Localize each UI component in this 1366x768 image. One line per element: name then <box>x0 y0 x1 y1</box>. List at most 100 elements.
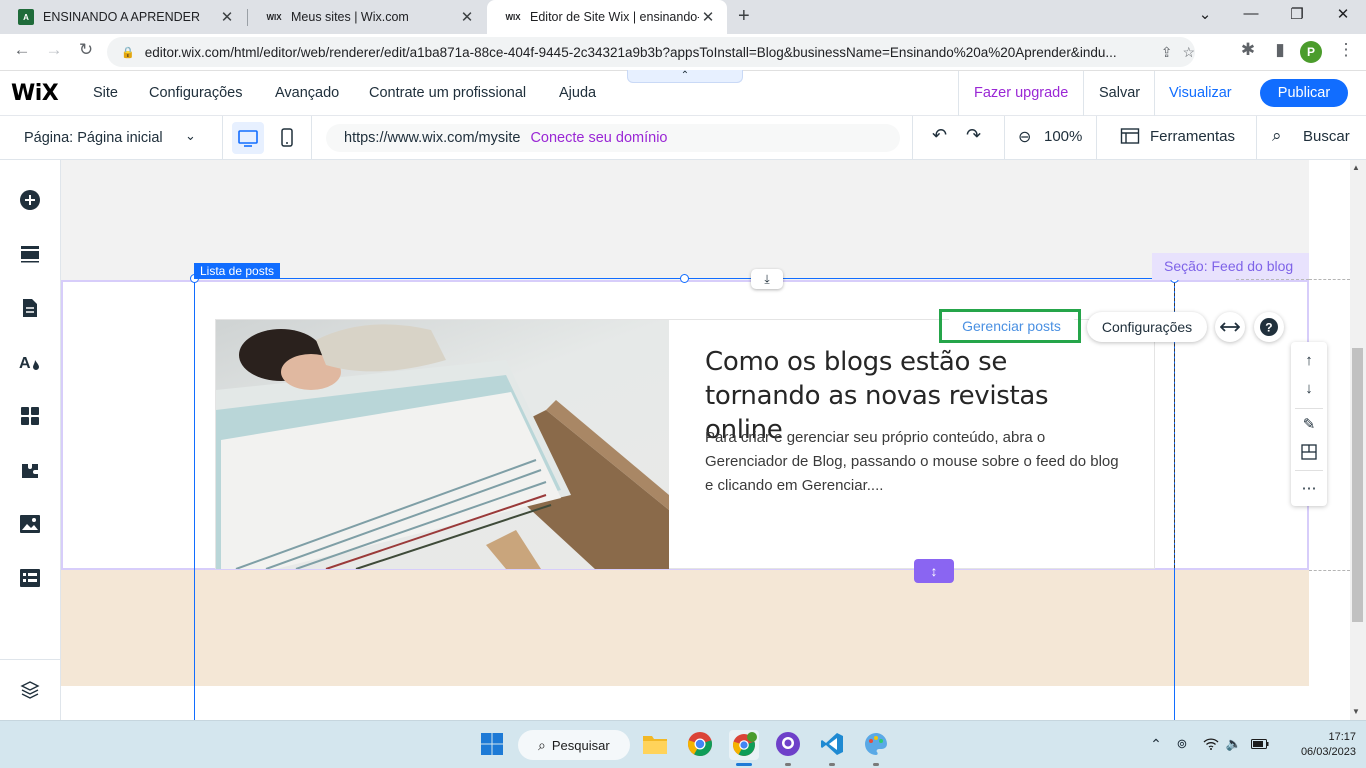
layers-icon[interactable] <box>18 678 42 702</box>
window-close-icon[interactable]: ✕ <box>1328 5 1358 23</box>
zoom-level[interactable]: 100% <box>1044 128 1082 145</box>
divider <box>912 116 913 160</box>
search-button[interactable]: Buscar <box>1303 128 1350 145</box>
selection-left-guide <box>194 278 195 720</box>
reload-icon[interactable]: ↻ <box>74 40 98 60</box>
download-anchor-icon[interactable]: ⤓ <box>751 269 783 289</box>
wifi-icon[interactable] <box>1200 730 1222 758</box>
address-bar[interactable]: 🔒 editor.wix.com/html/editor/web/rendere… <box>107 37 1195 67</box>
taskbar-search[interactable]: ⌕ Pesquisar <box>518 730 630 760</box>
divider <box>958 71 959 117</box>
menu-configuracoes[interactable]: Configurações <box>149 85 243 101</box>
settings-button[interactable]: Configurações <box>1087 312 1207 342</box>
running-app-indicator <box>785 763 791 766</box>
tools-button[interactable]: Ferramentas <box>1150 128 1235 145</box>
system-clock[interactable]: 17:17 06/03/2023 <box>1300 730 1356 760</box>
network-status-icon[interactable]: ⊚ <box>1172 730 1192 758</box>
editor-canvas[interactable]: Como os blogs estão se tornando as novas… <box>61 160 1309 720</box>
element-name-tag[interactable]: Lista de posts <box>194 263 281 279</box>
move-up-arrow-icon[interactable]: ↑ <box>1291 347 1327 373</box>
profile-avatar[interactable]: P <box>1300 41 1322 63</box>
search-icon[interactable]: ⌕ <box>1272 126 1282 146</box>
tools-icon[interactable] <box>1120 127 1140 149</box>
close-icon[interactable]: ✕ <box>218 8 236 26</box>
pages-icon[interactable] <box>18 296 42 320</box>
minimize-icon[interactable]: — <box>1236 5 1266 22</box>
tab-title: Meus sites | Wix.com <box>291 10 409 24</box>
chrome-icon[interactable] <box>686 730 714 758</box>
restore-icon[interactable]: ❐ <box>1282 5 1312 23</box>
side-panel-icon[interactable]: ▮ <box>1268 40 1292 60</box>
section-resize-handle-icon[interactable]: ↕ <box>914 559 954 583</box>
scrollbar-thumb[interactable] <box>1352 348 1363 622</box>
post-cover-image <box>216 320 669 569</box>
close-icon[interactable]: ✕ <box>458 8 476 26</box>
help-icon[interactable]: ? <box>1254 312 1284 342</box>
github-desktop-icon[interactable] <box>774 730 802 758</box>
new-tab-plus-icon[interactable]: + <box>738 5 750 28</box>
extensions-puzzle-icon[interactable]: ✱ <box>1236 40 1260 60</box>
scroll-up-icon[interactable]: ▲ <box>1352 163 1360 172</box>
menu-ajuda[interactable]: Ajuda <box>559 85 596 101</box>
connect-domain-link[interactable]: Conecte seu domínio <box>530 130 667 146</box>
chrome-profile-icon[interactable] <box>729 730 759 760</box>
resize-handle[interactable] <box>680 274 689 283</box>
edit-pencil-icon[interactable]: ✎ <box>1291 411 1327 437</box>
browser-tab-meus-sites[interactable]: WIX Meus sites | Wix.com ✕ <box>248 0 486 34</box>
windows-start-icon[interactable] <box>478 730 506 758</box>
bookmark-star-icon[interactable]: ☆ <box>1182 44 1195 61</box>
more-options-icon[interactable]: ⋯ <box>1291 475 1327 501</box>
add-section-icon[interactable] <box>18 242 42 266</box>
chevron-down-icon[interactable]: ⌄ <box>185 128 196 144</box>
battery-icon[interactable] <box>1250 730 1270 758</box>
media-icon[interactable] <box>18 512 42 536</box>
upgrade-link[interactable]: Fazer upgrade <box>974 85 1068 101</box>
volume-icon[interactable]: 🔈 <box>1224 730 1244 758</box>
wix-logo[interactable]: WiX <box>11 81 59 106</box>
redo-icon[interactable]: ↷ <box>966 125 981 146</box>
post-list-item[interactable]: Como os blogs estão se tornando as novas… <box>215 319 1155 569</box>
desktop-icon <box>238 130 258 147</box>
move-down-arrow-icon[interactable]: ↓ <box>1291 375 1327 401</box>
stretch-arrows-icon[interactable] <box>1215 312 1245 342</box>
menu-avancado[interactable]: Avançado <box>275 85 339 101</box>
undo-icon[interactable]: ↶ <box>932 125 947 146</box>
section-name-tag[interactable]: Seção: Feed do blog <box>1152 253 1309 280</box>
menu-site[interactable]: Site <box>93 85 118 101</box>
add-elements-icon[interactable] <box>18 188 42 212</box>
browser-tab-ensinando[interactable]: A ENSINANDO A APRENDER ✕ <box>0 0 246 34</box>
tab-search-chevron-icon[interactable]: ⌄ <box>1190 5 1220 23</box>
file-explorer-icon[interactable] <box>641 730 669 758</box>
apps-icon[interactable] <box>18 404 42 428</box>
save-button[interactable]: Salvar <box>1099 85 1140 101</box>
preview-button[interactable]: Visualizar <box>1169 85 1232 101</box>
windows-taskbar: ⌕ Pesquisar ⌃ ⊚ 🔈 17:17 06/03/2023 <box>0 720 1366 768</box>
site-url-box[interactable]: https://www.wix.com/mysite Conecte seu d… <box>326 124 900 152</box>
paint-icon[interactable] <box>862 730 890 758</box>
desktop-view-button[interactable] <box>232 122 264 154</box>
share-icon[interactable]: ⇪ <box>1161 44 1173 61</box>
forward-arrow-icon[interactable]: → <box>42 40 66 60</box>
site-design-icon[interactable]: A <box>18 350 42 374</box>
cms-icon[interactable] <box>18 566 42 590</box>
divider <box>311 116 312 160</box>
browser-tab-editor[interactable]: WIX Editor de Site Wix | ensinando-a- ✕ <box>487 0 727 34</box>
svg-text:A: A <box>19 355 31 372</box>
layout-icon[interactable] <box>1291 439 1327 465</box>
publish-button[interactable]: Publicar <box>1260 79 1348 107</box>
business-apps-icon[interactable] <box>18 458 42 482</box>
close-icon[interactable]: ✕ <box>699 8 717 26</box>
mobile-view-button[interactable] <box>276 122 298 154</box>
zoom-out-icon[interactable]: ⊖ <box>1018 127 1031 147</box>
page-selector[interactable]: Página: Página inicial <box>24 130 163 146</box>
menu-contrate[interactable]: Contrate um profissional <box>369 85 526 101</box>
lock-icon: 🔒 <box>121 46 135 59</box>
kebab-menu-icon[interactable]: ⋮ <box>1334 40 1358 60</box>
scroll-down-icon[interactable]: ▼ <box>1352 707 1360 716</box>
running-app-indicator <box>829 763 835 766</box>
back-arrow-icon[interactable]: ← <box>10 40 34 60</box>
manage-posts-button[interactable]: Gerenciar posts <box>947 313 1076 340</box>
tray-chevron-up-icon[interactable]: ⌃ <box>1146 730 1166 758</box>
vscode-icon[interactable] <box>818 730 846 758</box>
collapse-toolbar-chevron-up-icon[interactable]: ⌃ <box>627 70 743 83</box>
